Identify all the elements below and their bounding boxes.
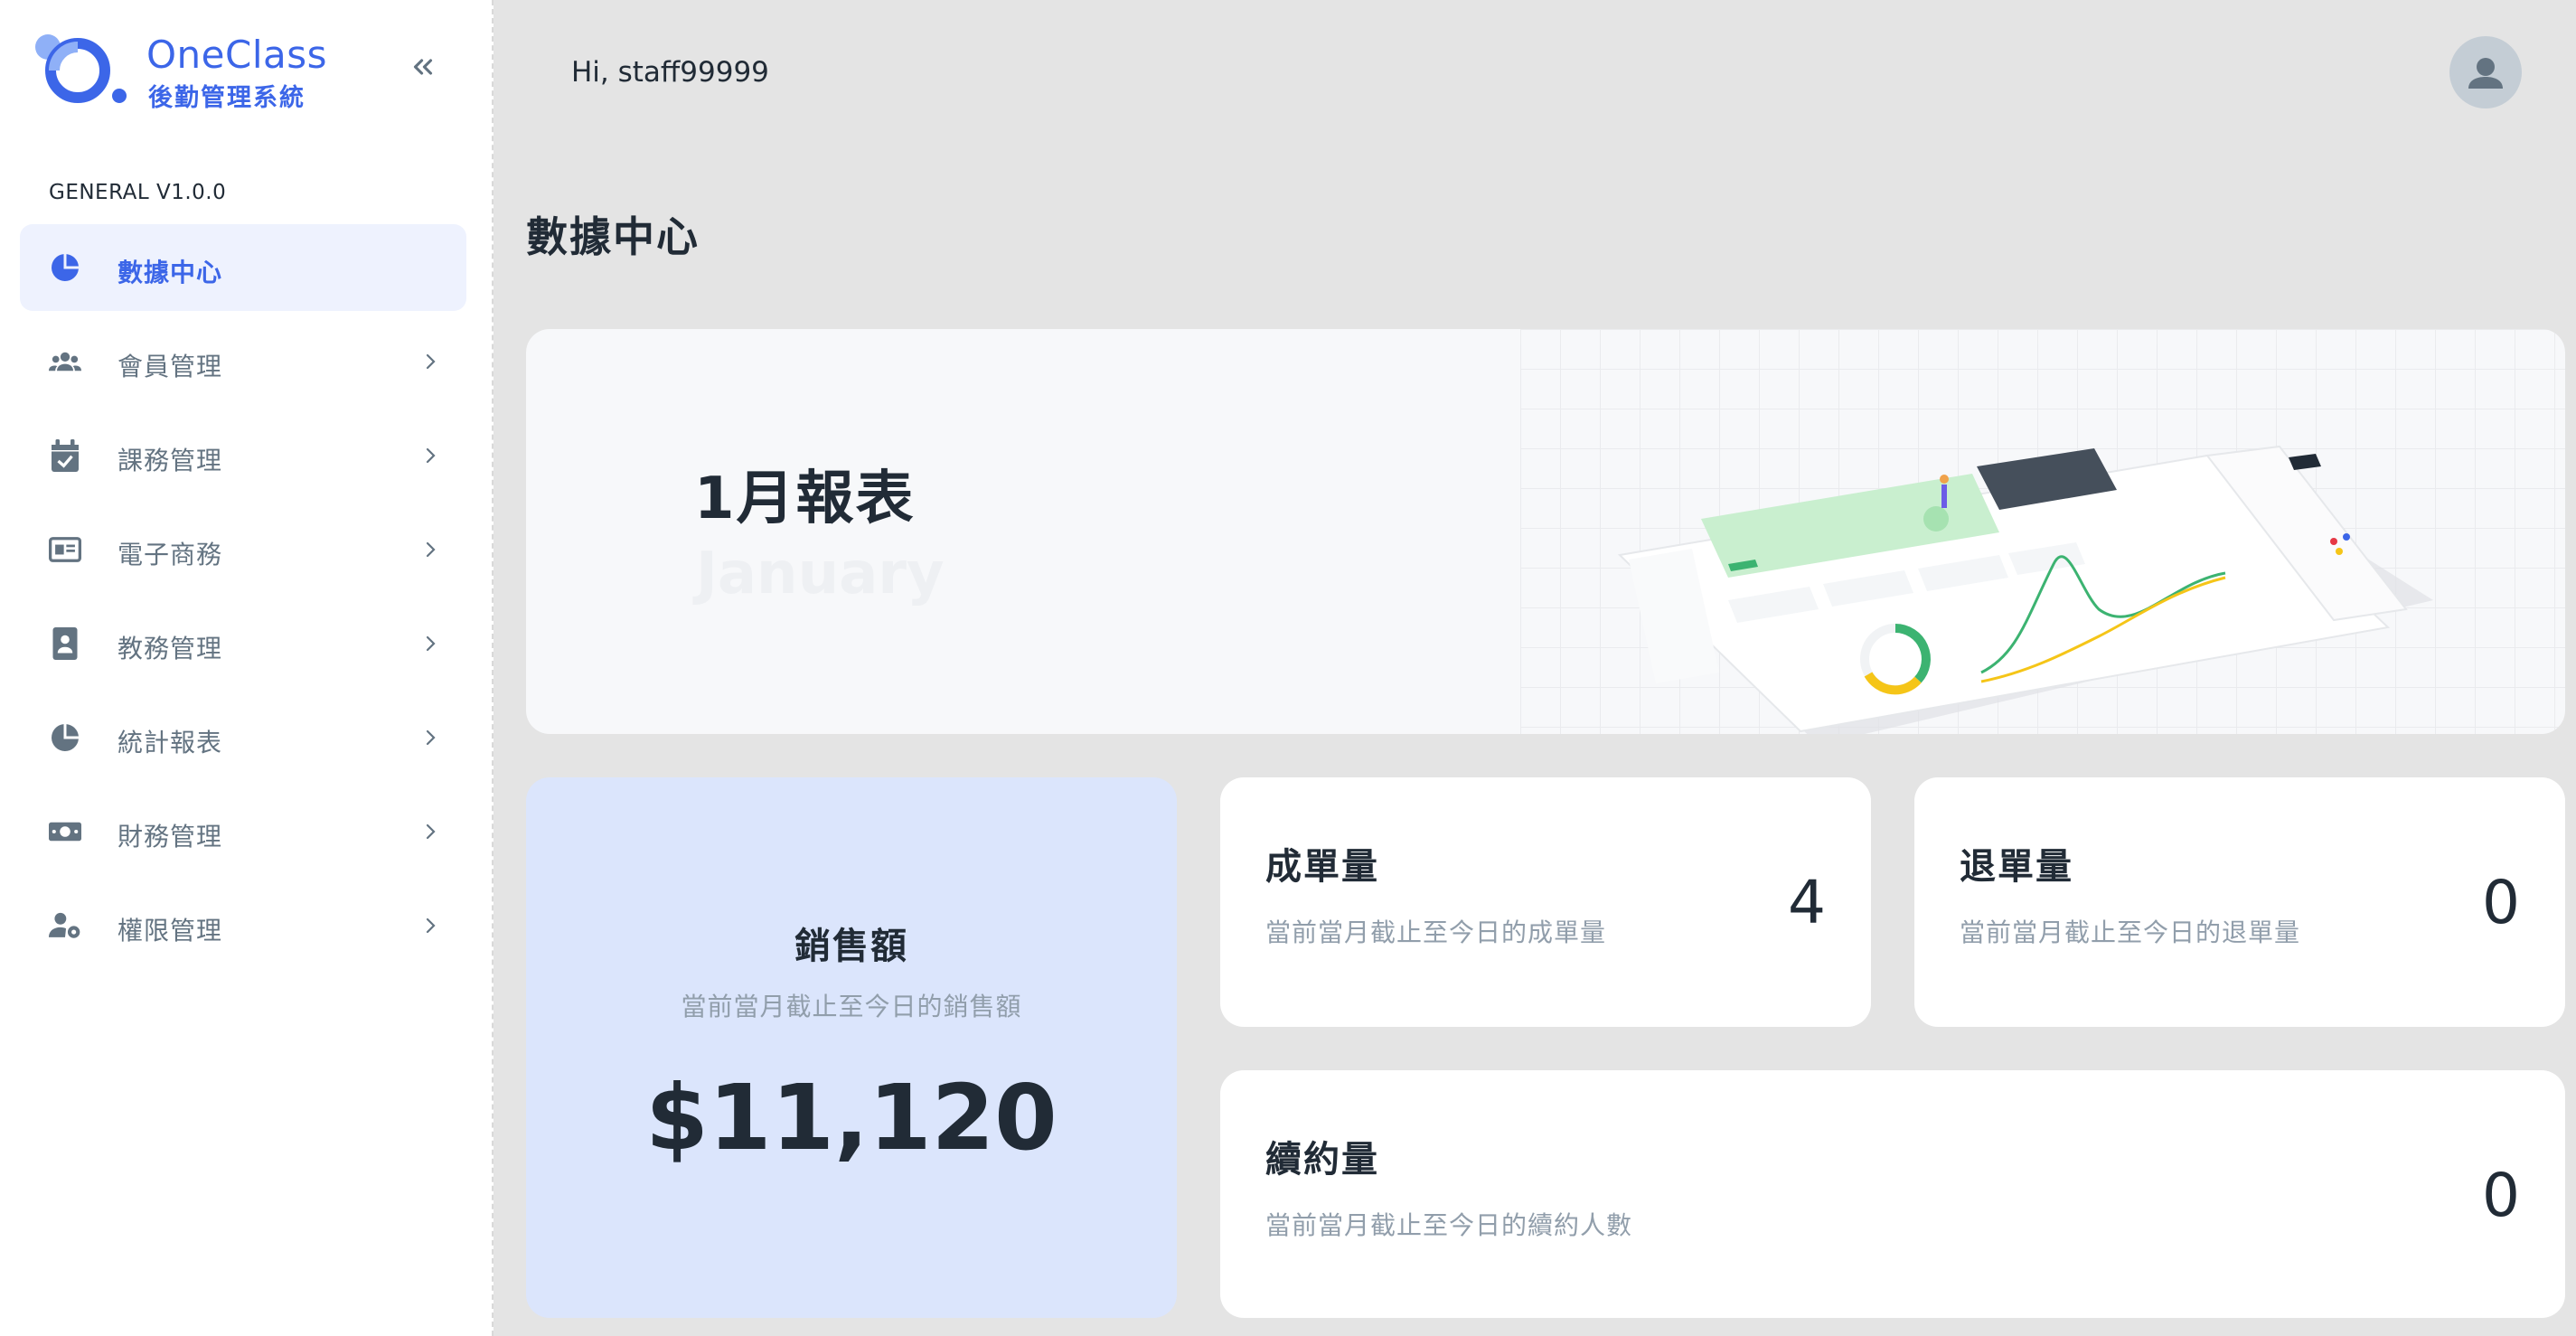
banner-subtitle: January	[696, 541, 945, 607]
sales-description: 當前當月截止至今日的銷售額	[681, 992, 1022, 1021]
nav-section-label: GENERAL V1.0.0	[49, 181, 227, 204]
orders-title: 成單量	[1265, 846, 1379, 888]
pie-chart-icon	[49, 721, 81, 754]
users-icon	[49, 345, 81, 378]
calendar-check-icon	[49, 439, 81, 472]
sidebar-item-permissions[interactable]: 權限管理	[20, 882, 466, 969]
sidebar-item-members[interactable]: 會員管理	[20, 318, 466, 405]
sidebar-item-academic[interactable]: 教務管理	[20, 600, 466, 687]
renewals-card: 續約量 當前當月截止至今日的續約人數 0	[1220, 1070, 2565, 1318]
sidebar-item-label: 權限管理	[118, 916, 223, 946]
sales-card: 銷售額 當前當月截止至今日的銷售額 $11,120	[526, 777, 1177, 1318]
refunds-card: 退單量 當前當月截止至今日的退單量 0	[1914, 777, 2565, 1027]
sidebar: OneClass 後勤管理系統 GENERAL V1.0.0 數據中心 會員管理	[0, 0, 494, 1336]
refunds-value: 0	[2482, 868, 2520, 937]
sidebar-item-label: 教務管理	[118, 634, 223, 663]
user-greeting: Hi, staff99999	[571, 56, 769, 89]
id-card-icon	[49, 533, 81, 566]
sidebar-item-label: 統計報表	[118, 728, 223, 757]
money-icon	[49, 815, 81, 848]
orders-description: 當前當月截止至今日的成單量	[1265, 917, 1607, 947]
sidebar-item-label: 課務管理	[118, 446, 223, 475]
chevron-right-icon	[426, 447, 436, 464]
sales-value: $11,120	[645, 1065, 1058, 1171]
brand-subtitle: 後勤管理系統	[148, 84, 306, 112]
orders-value: 4	[1788, 868, 1826, 937]
sales-title: 銷售額	[794, 926, 908, 967]
chevron-right-icon	[426, 353, 436, 370]
pie-chart-icon	[49, 251, 81, 284]
sidebar-item-label: 數據中心	[118, 258, 223, 287]
collapse-sidebar-button[interactable]	[403, 47, 443, 87]
sidebar-item-label: 電子商務	[118, 540, 223, 569]
page-title: 數據中心	[526, 212, 700, 261]
monthly-report-banner: 1月報表 January	[526, 329, 2565, 734]
refunds-title: 退單量	[1960, 846, 2073, 888]
sidebar-item-reports[interactable]: 統計報表	[20, 694, 466, 781]
refunds-description: 當前當月截止至今日的退單量	[1960, 917, 2301, 947]
badge-icon	[49, 627, 81, 660]
chevron-right-icon	[426, 541, 436, 558]
renewals-description: 當前當月截止至今日的續約人數	[1265, 1210, 1633, 1240]
sidebar-nav: 數據中心 會員管理 課務管理 電子商務 教務管理 統計報表 財務管理 權限管理	[20, 224, 466, 976]
sidebar-item-data-center[interactable]: 數據中心	[20, 224, 466, 311]
sidebar-item-courses[interactable]: 課務管理	[20, 412, 466, 499]
orders-card: 成單量 當前當月截止至今日的成單量 4	[1220, 777, 1871, 1027]
chevron-right-icon	[426, 729, 436, 746]
sidebar-item-label: 財務管理	[118, 822, 223, 851]
sidebar-item-label: 會員管理	[118, 352, 223, 381]
chevron-right-icon	[426, 917, 436, 934]
sidebar-item-finance[interactable]: 財務管理	[20, 788, 466, 875]
chevron-right-icon	[426, 635, 436, 652]
user-gear-icon	[49, 909, 81, 942]
logo[interactable]: OneClass 後勤管理系統	[33, 31, 412, 112]
banner-title: 1月報表	[694, 466, 916, 532]
dashboard-illustration	[1617, 445, 2433, 734]
avatar[interactable]	[2449, 36, 2522, 108]
renewals-value: 0	[2482, 1161, 2520, 1230]
user-icon	[2468, 58, 2503, 89]
brand-name: OneClass	[146, 33, 328, 77]
chevron-right-icon	[426, 823, 436, 840]
oneclass-logo-icon	[35, 34, 127, 103]
renewals-title: 續約量	[1265, 1139, 1379, 1181]
sidebar-item-ecommerce[interactable]: 電子商務	[20, 506, 466, 593]
chevrons-left-icon	[413, 59, 433, 75]
